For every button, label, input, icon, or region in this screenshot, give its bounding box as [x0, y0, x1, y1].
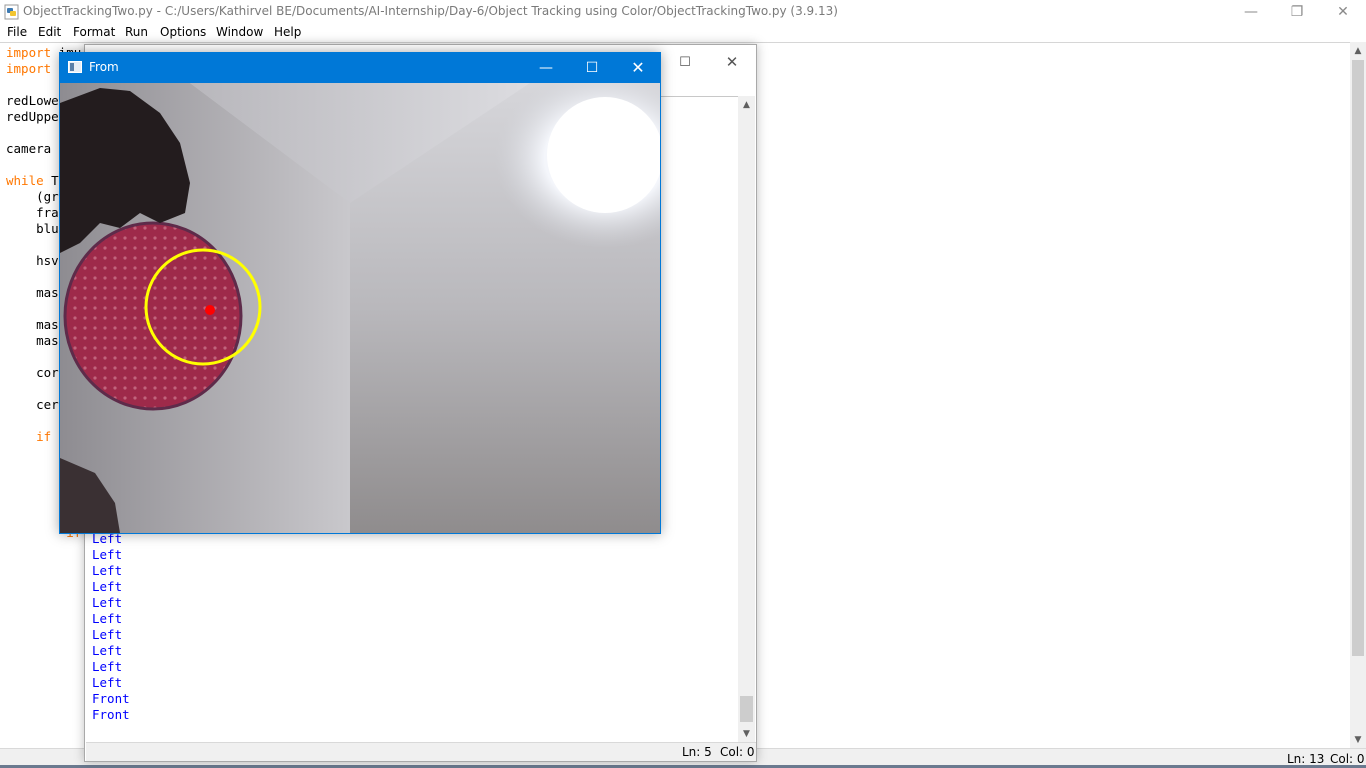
shell-output-line: Left — [92, 547, 123, 562]
column-number-status: Col: 0 — [1330, 752, 1365, 766]
menu-options[interactable]: Options — [160, 25, 206, 39]
column-number-status: Col: 0 — [720, 745, 755, 759]
shell-output-line: Left — [92, 563, 123, 578]
maximize-button[interactable]: ☐ — [668, 49, 702, 75]
close-button[interactable]: ✕ — [715, 49, 749, 75]
code-text: (gr — [6, 189, 59, 204]
from-window-titlebar[interactable]: From — ☐ ✕ — [59, 52, 661, 83]
code-line: cer — [6, 397, 59, 413]
shell-status-bar: Ln: 5 Col: 0 — [86, 742, 756, 761]
close-button[interactable]: ✕ — [615, 52, 661, 83]
scroll-up-arrow-icon[interactable]: ▲ — [1350, 42, 1366, 59]
line-number-status: Ln: 5 — [682, 745, 712, 759]
code-line: mas — [6, 285, 59, 301]
shell-output-line: Front — [92, 691, 130, 706]
code-keyword: import — [6, 61, 52, 76]
window-app-icon — [68, 61, 82, 73]
code-line: hsv — [6, 253, 59, 269]
editor-vertical-scrollbar[interactable]: ▲ ▼ — [1350, 42, 1366, 748]
menu-help[interactable]: Help — [274, 25, 301, 39]
code-text: blu — [6, 221, 59, 236]
code-text: cor — [6, 365, 59, 380]
code-text: T — [43, 173, 59, 188]
shell-output-line: Left — [92, 627, 123, 642]
scrollbar-thumb[interactable] — [1352, 60, 1364, 656]
code-line: camera — [6, 141, 59, 157]
code-keyword: if — [6, 429, 52, 444]
menu-bar: File Edit Format Run Options Window Help — [0, 24, 1366, 42]
code-line: import — [6, 61, 51, 77]
minimize-button[interactable]: — — [523, 52, 569, 83]
maximize-button[interactable]: ☐ — [569, 52, 615, 83]
line-number-status: Ln: 13 — [1287, 752, 1325, 766]
code-text: camera — [6, 141, 59, 156]
code-text: mas — [6, 285, 59, 300]
code-keyword: import — [6, 45, 52, 60]
restore-button[interactable]: ❐ — [1274, 0, 1320, 24]
scroll-up-arrow-icon[interactable]: ▲ — [738, 96, 755, 113]
scroll-down-arrow-icon[interactable]: ▼ — [1350, 731, 1366, 748]
centroid-dot — [205, 305, 215, 315]
scroll-down-arrow-icon[interactable]: ▼ — [738, 725, 755, 742]
code-line: redLowe — [6, 93, 59, 109]
code-text: redUppe — [6, 109, 59, 124]
code-line: fra — [6, 205, 59, 221]
shell-output-line: Left — [92, 579, 123, 594]
code-line: (gr — [6, 189, 59, 205]
code-text: mas — [6, 317, 59, 332]
camera-frame-window[interactable]: From — ☐ ✕ — [59, 52, 661, 534]
code-line: redUppe — [6, 109, 59, 125]
menu-edit[interactable]: Edit — [38, 25, 61, 39]
menu-file[interactable]: File — [7, 25, 27, 39]
shell-output-line: Left — [92, 675, 123, 690]
shell-vertical-scrollbar[interactable]: ▲ ▼ — [738, 96, 755, 742]
shell-output-line: Front — [92, 707, 130, 722]
shell-output-line: Left — [92, 659, 123, 674]
editor-window-title: ObjectTrackingTwo.py - C:/Users/Kathirve… — [23, 4, 838, 18]
from-window-title: From — [89, 60, 119, 74]
scrollbar-thumb[interactable] — [740, 696, 753, 722]
code-line: mas — [6, 317, 59, 333]
code-line: blu — [6, 221, 59, 237]
code-text: fra — [6, 205, 59, 220]
code-line: cor — [6, 365, 59, 381]
code-text: redLowe — [6, 93, 59, 108]
code-keyword: while — [6, 173, 44, 188]
editor-titlebar[interactable]: ObjectTrackingTwo.py - C:/Users/Kathirve… — [0, 0, 1366, 24]
minimize-button[interactable]: — — [1228, 0, 1274, 24]
code-text: mas — [6, 333, 59, 348]
menu-window[interactable]: Window — [216, 25, 263, 39]
code-text: hsv — [6, 253, 59, 268]
menu-format[interactable]: Format — [73, 25, 115, 39]
close-button[interactable]: ✕ — [1320, 0, 1366, 24]
menu-run[interactable]: Run — [125, 25, 148, 39]
code-line: if — [6, 429, 51, 445]
webcam-frame-image — [60, 83, 660, 533]
code-line: mas — [6, 333, 59, 349]
shell-output-line: Left — [92, 643, 123, 658]
code-text: cer — [6, 397, 59, 412]
shell-output-line: Left — [92, 611, 123, 626]
python-app-icon — [4, 4, 20, 20]
shell-output-line: Left — [92, 595, 123, 610]
code-line: while T — [6, 173, 59, 189]
